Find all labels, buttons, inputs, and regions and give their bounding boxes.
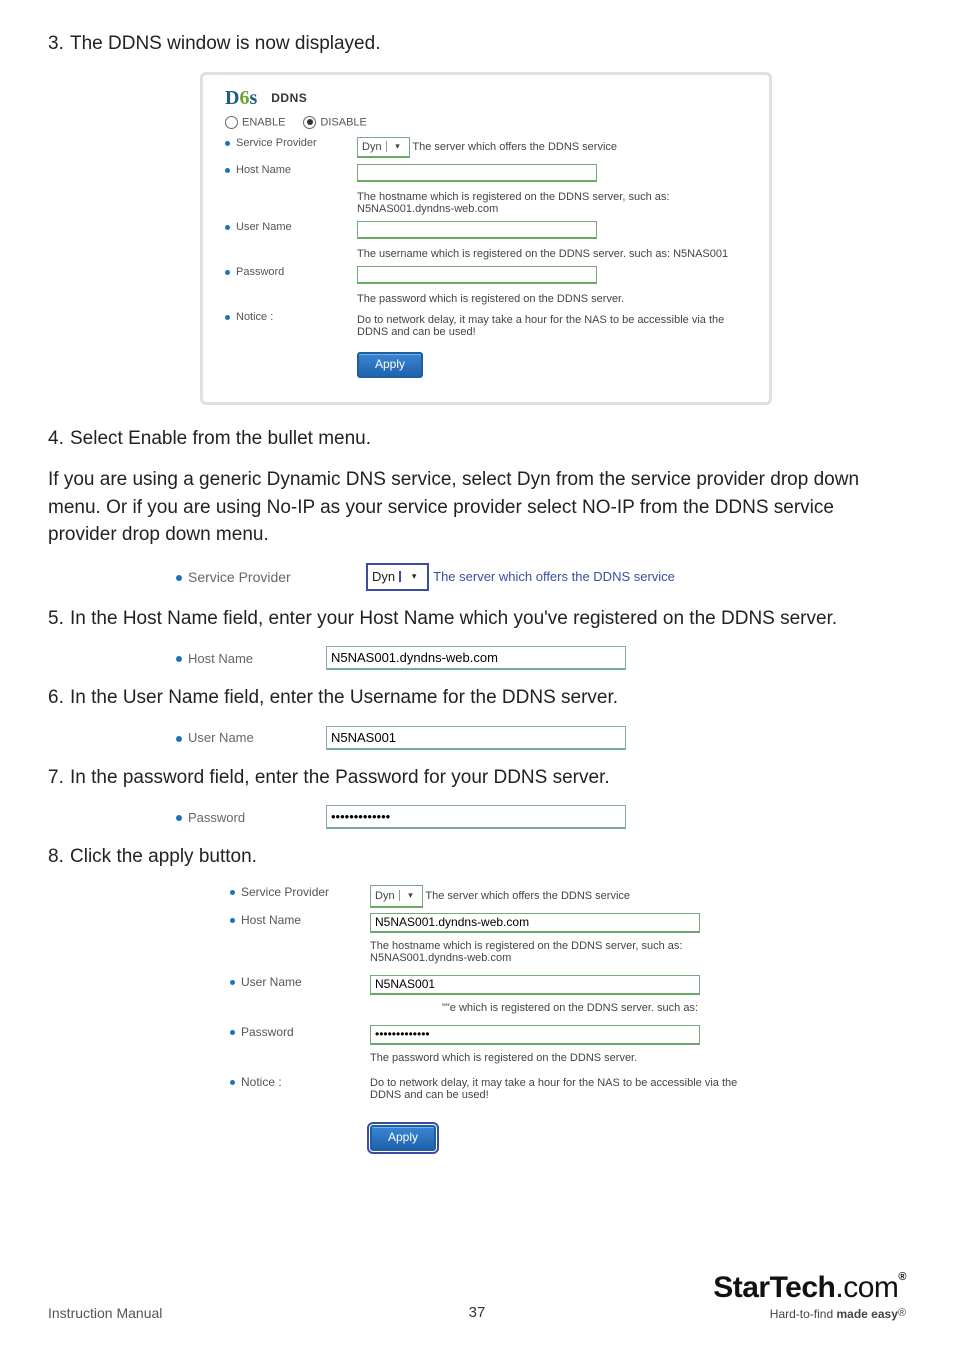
filled-notice-text: Do to network delay, it may take a hour …: [370, 1077, 770, 1101]
password-hint: The password which is registered on the …: [357, 293, 747, 305]
step-7-text: 7.In the password field, enter the Passw…: [48, 764, 906, 792]
notice-text: Do to network delay, it may take a hour …: [357, 314, 747, 338]
label-user-name: User Name: [236, 221, 292, 233]
nas-logo: D6s: [225, 87, 257, 110]
chevron-down-icon: ▾: [399, 890, 422, 901]
crop-sp-label: Service Provider: [188, 569, 291, 585]
filled-sp-hint: The server which offers the DDNS service: [425, 890, 630, 902]
password-input[interactable]: [357, 266, 597, 284]
crop-pass-label: Password: [188, 810, 245, 825]
user-name-crop: User Name: [176, 726, 906, 750]
enable-radio[interactable]: ENABLE: [225, 116, 285, 129]
service-provider-select[interactable]: Dyn▾: [357, 137, 410, 158]
filled-apply-button[interactable]: Apply: [370, 1125, 436, 1151]
panel-title: DDNS: [271, 91, 307, 105]
service-provider-hint: The server which offers the DDNS service: [412, 141, 617, 153]
filled-user-label: User Name: [241, 975, 302, 989]
enable-disable-row: ENABLE DISABLE: [225, 116, 747, 129]
crop-host-label: Host Name: [188, 651, 253, 666]
host-name-input[interactable]: [357, 164, 597, 182]
page-number: 37: [469, 1304, 486, 1321]
crop-host-input[interactable]: [326, 646, 626, 670]
filled-user-input[interactable]: [370, 975, 700, 995]
host-name-crop: Host Name: [176, 646, 906, 670]
crop-sp-hint: The server which offers the DDNS service: [433, 569, 675, 584]
step-8-text: 8.Click the apply button.: [48, 843, 906, 871]
apply-button[interactable]: Apply: [357, 352, 423, 378]
label-notice: Notice :: [236, 311, 273, 323]
label-password: Password: [236, 266, 284, 278]
password-crop: Password: [176, 805, 906, 829]
filled-user-hint: ""e which is registered on the DDNS serv…: [370, 1002, 770, 1014]
user-name-hint: The username which is registered on the …: [357, 248, 747, 260]
filled-sp-label: Service Provider: [241, 885, 329, 899]
filled-host-label: Host Name: [241, 913, 301, 927]
footer-left: Instruction Manual: [48, 1305, 162, 1321]
chevron-down-icon: ▾: [386, 141, 409, 152]
filled-pass-hint: The password which is registered on the …: [370, 1052, 770, 1064]
disable-radio[interactable]: DISABLE: [303, 116, 366, 129]
step-5-text: 5.In the Host Name field, enter your Hos…: [48, 605, 906, 633]
step-6-text: 6.In the User Name field, enter the User…: [48, 684, 906, 712]
filled-pass-label: Password: [241, 1025, 294, 1039]
brand-block: StarTech.com® Hard-to-find made easy®: [713, 1271, 906, 1321]
filled-pass-input[interactable]: [370, 1025, 700, 1045]
filled-form-screenshot: Service Provider Dyn▾ The server which o…: [230, 885, 770, 1151]
filled-host-input[interactable]: [370, 913, 700, 933]
host-name-hint: The hostname which is registered on the …: [357, 191, 747, 215]
ddns-panel-screenshot: D6s DDNS ENABLE DISABLE Service Provider…: [200, 72, 772, 405]
label-host-name: Host Name: [236, 164, 291, 176]
user-name-input[interactable]: [357, 221, 597, 239]
crop-user-label: User Name: [188, 730, 254, 745]
filled-sp-select[interactable]: Dyn▾: [370, 885, 423, 908]
label-service-provider: Service Provider: [236, 137, 317, 149]
between-4-5-text: If you are using a generic Dynamic DNS s…: [48, 466, 906, 549]
filled-host-hint: The hostname which is registered on the …: [370, 940, 770, 964]
chevron-down-icon: ▾: [399, 571, 427, 582]
step-3-text: 3.The DDNS window is now displayed.: [48, 30, 906, 58]
crop-pass-input[interactable]: [326, 805, 626, 829]
crop-sp-select[interactable]: Dyn▾: [366, 563, 429, 591]
crop-user-input[interactable]: [326, 726, 626, 750]
filled-notice-label: Notice :: [241, 1075, 282, 1089]
service-provider-crop: Service Provider Dyn▾ The server which o…: [176, 563, 906, 591]
step-4-text: 4.Select Enable from the bullet menu.: [48, 425, 906, 453]
